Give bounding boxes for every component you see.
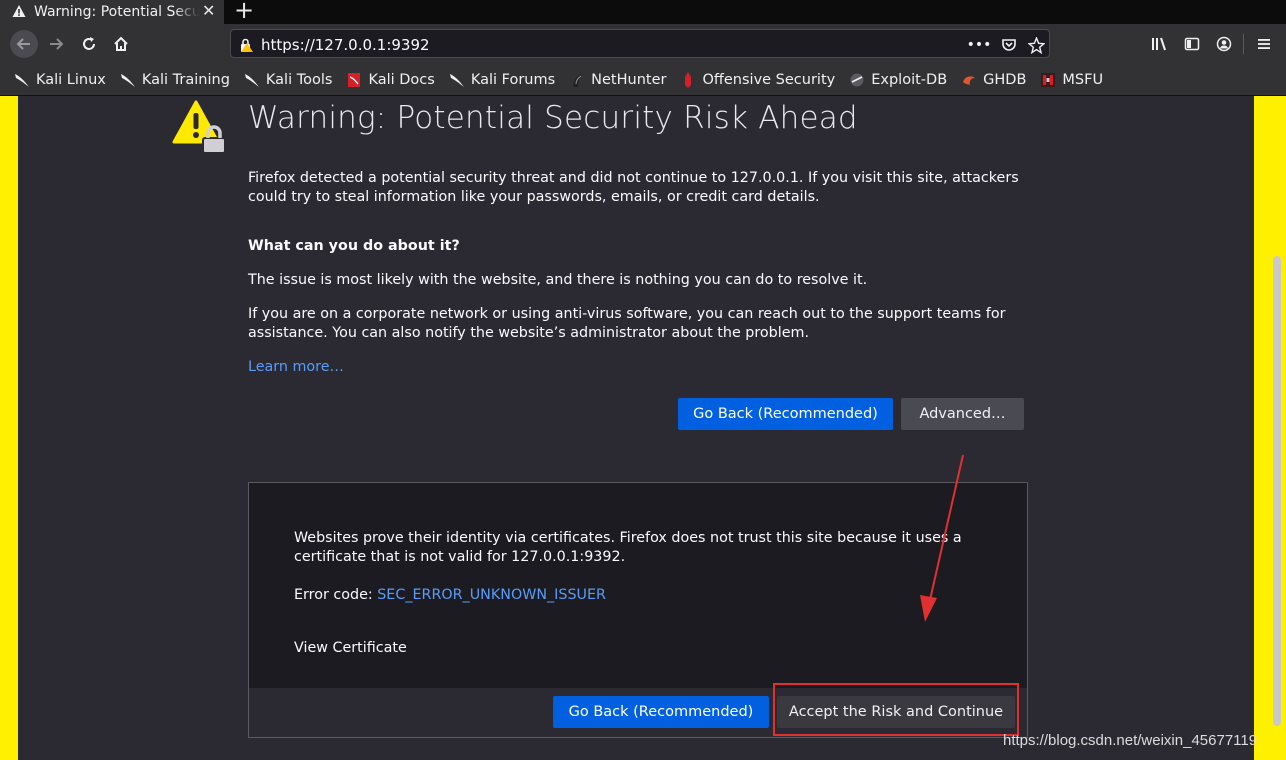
bookmark-kali-forums[interactable]: Kali Forums [449, 72, 555, 88]
bookmark-kali-docs[interactable]: Kali Docs [346, 72, 435, 88]
bookmark-exploit-db[interactable]: Exploit-DB [849, 72, 947, 88]
annotation-highlight-box [773, 683, 1019, 736]
kali-dragon-icon [120, 72, 136, 88]
error-code-link[interactable]: SEC_ERROR_UNKNOWN_ISSUER [377, 587, 606, 603]
exploitdb-icon [849, 72, 865, 88]
tab-title: Warning: Potential Security Risk Ahead [34, 4, 199, 20]
offsec-icon [680, 71, 696, 88]
issue-paragraph: The issue is most likely with the websit… [248, 272, 868, 288]
toolbar-divider [1243, 34, 1244, 54]
go-back-recommended-button[interactable]: Go Back (Recommended) [553, 696, 769, 728]
pocket-icon[interactable] [999, 35, 1019, 55]
warning-icon [12, 3, 26, 22]
watermark-text: https://blog.csdn.net/weixin_45677119 [1003, 732, 1258, 749]
hamburger-menu-icon [1258, 39, 1270, 49]
what-heading: What can you do about it? [248, 238, 460, 254]
error-code-line: Error code: SEC_ERROR_UNKNOWN_ISSUER [294, 586, 994, 605]
menu-button[interactable] [1250, 30, 1278, 58]
certificate-explanation: Websites prove their identity via certif… [294, 530, 962, 565]
bookmark-offensive-security[interactable]: Offensive Security [680, 71, 835, 88]
arrow-right-icon [50, 38, 64, 50]
bookmark-kali-linux[interactable]: Kali Linux [14, 72, 106, 88]
insecure-lock-icon[interactable] [236, 35, 256, 55]
kali-docs-icon [346, 72, 362, 88]
error-code-label: Error code: [294, 587, 378, 603]
account-button[interactable] [1210, 30, 1238, 58]
library-button[interactable] [1146, 30, 1174, 58]
bookmark-kali-tools[interactable]: Kali Tools [244, 72, 332, 88]
learn-more-link[interactable]: Learn more… [248, 358, 344, 377]
advanced-button[interactable]: Advanced… [901, 398, 1024, 430]
bookmark-star-icon[interactable] [1026, 35, 1046, 55]
navigation-toolbar: https://127.0.0.1:9392 ••• [0, 24, 1286, 64]
back-button[interactable] [10, 30, 38, 58]
bookmarks-toolbar: Kali Linux Kali Training Kali Tools Kali… [0, 64, 1286, 96]
page-title: Warning: Potential Security Risk Ahead [248, 100, 858, 136]
home-button[interactable] [107, 30, 135, 58]
kali-dragon-icon [14, 72, 30, 88]
tab-strip: Warning: Potential Security Risk Ahead ✕… [0, 0, 1286, 24]
nethunter-icon [569, 72, 585, 88]
reload-icon [83, 37, 95, 50]
bookmark-kali-training[interactable]: Kali Training [120, 72, 230, 88]
intro-paragraph: Firefox detected a potential security th… [248, 170, 1019, 205]
sidebar-button[interactable] [1178, 30, 1206, 58]
url-bar[interactable]: https://127.0.0.1:9392 ••• [230, 29, 1050, 58]
sidebar-icon [1184, 37, 1200, 51]
view-certificate-link[interactable]: View Certificate [294, 639, 407, 658]
ghdb-icon [961, 72, 977, 88]
url-text[interactable]: https://127.0.0.1:9392 [261, 36, 430, 54]
bookmark-msfu[interactable]: MSFU [1040, 72, 1103, 88]
kali-dragon-icon [244, 72, 260, 88]
account-icon [1216, 36, 1232, 52]
msfu-icon [1040, 72, 1056, 88]
bookmark-ghdb[interactable]: GHDB [961, 72, 1026, 88]
kali-dragon-icon [449, 72, 465, 88]
tab-active[interactable]: Warning: Potential Security Risk Ahead ✕ [0, 0, 224, 24]
corporate-paragraph: If you are on a corporate network or usi… [248, 306, 1006, 341]
bookmark-nethunter[interactable]: NetHunter [569, 72, 666, 88]
warning-lock-icon [172, 100, 228, 158]
go-back-button[interactable]: Go Back (Recommended) [678, 398, 893, 430]
library-icon [1152, 37, 1166, 51]
home-icon [114, 36, 128, 51]
new-tab-button[interactable]: + [234, 0, 254, 24]
close-tab-icon[interactable]: ✕ [202, 1, 215, 20]
forward-button[interactable] [42, 30, 70, 58]
arrow-left-icon [16, 38, 30, 50]
page-actions-icon[interactable]: ••• [967, 35, 992, 55]
reload-button[interactable] [75, 30, 103, 58]
scrollbar-thumb[interactable] [1273, 256, 1281, 726]
